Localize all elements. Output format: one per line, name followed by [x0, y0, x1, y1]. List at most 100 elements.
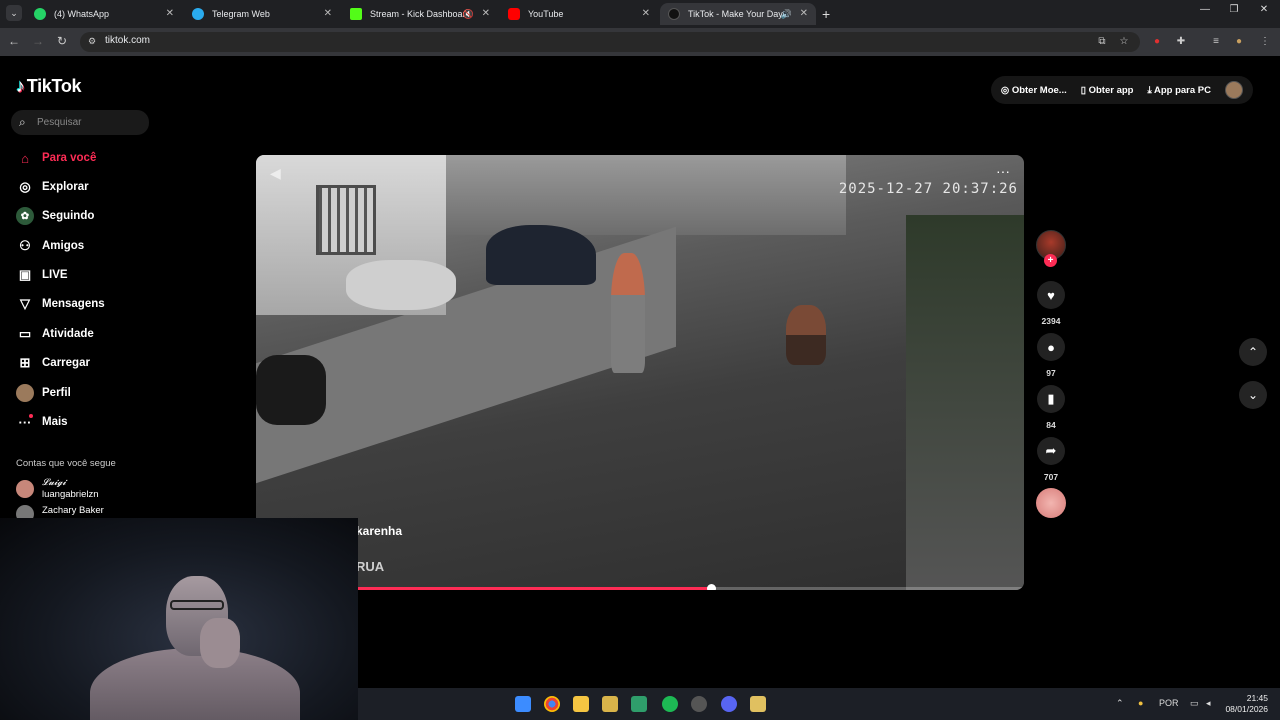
- minimize-button[interactable]: —: [1190, 4, 1220, 15]
- new-tab-button[interactable]: +: [822, 3, 830, 25]
- sidebar-item-label: LIVE: [42, 269, 68, 281]
- language-indicator[interactable]: POR: [1159, 698, 1179, 708]
- display-icon[interactable]: ▭: [1190, 698, 1199, 709]
- video-scene-motorcycle: [256, 355, 326, 425]
- sidebar-item-mais[interactable]: ··· Mais: [16, 412, 68, 432]
- tab-title: (4) WhatsApp: [54, 9, 110, 19]
- install-app-icon[interactable]: ⧉: [1095, 35, 1109, 49]
- archive-icon[interactable]: [602, 696, 618, 712]
- app-icon-2[interactable]: [750, 696, 766, 712]
- sidebar-item-carregar[interactable]: ⊞ Carregar: [16, 353, 90, 373]
- tab-search-icon[interactable]: ⌄: [6, 5, 22, 21]
- video-author[interactable]: karenha: [356, 524, 402, 538]
- avatar: [16, 480, 34, 498]
- sidebar-item-para-voce[interactable]: ⌂ Para você: [16, 148, 96, 168]
- sidebar-item-mensagens[interactable]: ▽ Mensagens: [16, 294, 105, 314]
- sidebar-item-atividade[interactable]: ▭ Atividade: [16, 324, 94, 344]
- clock-time: 21:45: [1246, 693, 1268, 703]
- tab-whatsapp[interactable]: (4) WhatsApp ✕: [26, 3, 182, 25]
- obs-icon[interactable]: [691, 696, 707, 712]
- sidebar-item-label: Atividade: [42, 328, 94, 340]
- webcam-person-glasses: [170, 600, 224, 610]
- tab-telegram[interactable]: Telegram Web ✕: [184, 3, 340, 25]
- youtube-icon: [508, 8, 520, 20]
- music-disc-icon[interactable]: [1036, 488, 1066, 518]
- video-scene-house: [446, 155, 846, 235]
- video-scene-person-walking: [611, 253, 645, 373]
- window-close-button[interactable]: ✕: [1249, 4, 1279, 15]
- save-button[interactable]: ▮: [1037, 385, 1065, 413]
- sidebar-item-explorar[interactable]: ◎ Explorar: [16, 177, 89, 197]
- video-scene-bag: [346, 260, 456, 310]
- like-button[interactable]: ♥: [1037, 281, 1065, 309]
- following-icon: ✿: [16, 207, 34, 225]
- sidebar-item-amigos[interactable]: ⚇ Amigos: [16, 236, 84, 256]
- profile-avatar-icon[interactable]: ●: [1232, 35, 1246, 49]
- top-actions-bar: ◎ Obter Moe... ▯ Obter app ⤓ App para PC: [990, 76, 1253, 104]
- pc-app-button[interactable]: ⤓ App para PC: [1147, 85, 1211, 96]
- sidebar-item-seguindo[interactable]: ✿ Seguindo: [16, 206, 94, 226]
- whatsapp-icon: [34, 8, 46, 20]
- muted-icon[interactable]: 🔇: [463, 3, 474, 25]
- tab-youtube[interactable]: YouTube ✕: [500, 3, 658, 25]
- video-player[interactable]: 2025-12-27 20:37:26 ◀ ··· karenha RUA: [256, 155, 1024, 590]
- account-display-name: 𝓛𝓾𝓲𝓰𝓲: [42, 478, 66, 488]
- progress-handle[interactable]: [706, 584, 716, 590]
- close-icon[interactable]: ✕: [642, 3, 650, 25]
- sidebar-item-perfil[interactable]: Perfil: [16, 383, 71, 403]
- tab-title: YouTube: [528, 9, 564, 19]
- comment-button[interactable]: ●: [1037, 333, 1065, 361]
- microphone-icon[interactable]: ●: [1138, 698, 1143, 708]
- previous-video-button[interactable]: ⌃: [1239, 338, 1267, 366]
- close-icon[interactable]: ✕: [166, 3, 174, 25]
- more-options-icon[interactable]: ···: [996, 163, 1010, 179]
- chrome-icon[interactable]: [544, 696, 560, 712]
- tab-title: Stream - Kick Dashboard: [370, 9, 471, 19]
- maximize-button[interactable]: ❐: [1219, 4, 1249, 15]
- browser-menu-icon[interactable]: ⋮: [1258, 35, 1272, 49]
- app-icon[interactable]: [631, 696, 647, 712]
- extension-icon[interactable]: ●: [1150, 35, 1164, 49]
- close-icon[interactable]: ✕: [800, 3, 808, 25]
- volume-tray-icon[interactable]: ◂: [1206, 698, 1211, 709]
- discord-icon[interactable]: [721, 696, 737, 712]
- site-info-icon[interactable]: ⚙: [88, 36, 100, 48]
- system-clock[interactable]: 21:45 08/01/2026: [1225, 693, 1268, 715]
- spotify-icon[interactable]: [662, 696, 678, 712]
- sidebar-item-live[interactable]: ▣ LIVE: [16, 265, 68, 285]
- following-section-title: Contas que você segue: [16, 458, 116, 469]
- extensions-puzzle-icon[interactable]: ✚: [1174, 35, 1188, 49]
- next-video-button[interactable]: ⌄: [1239, 381, 1267, 409]
- tiktok-logo[interactable]: ♪ TikTok: [16, 76, 82, 97]
- sidebar-item-label: Explorar: [42, 181, 89, 193]
- media-control-icon[interactable]: ≡: [1209, 35, 1223, 49]
- tray-expand-icon[interactable]: ⌃: [1116, 698, 1124, 709]
- search-input[interactable]: ⌕ Pesquisar: [11, 110, 149, 135]
- video-progress-bar[interactable]: [256, 584, 1024, 590]
- reload-button[interactable]: ↻: [54, 34, 70, 48]
- account-username: Zachary Baker: [42, 505, 104, 516]
- back-button[interactable]: ←: [6, 34, 22, 48]
- forward-button[interactable]: →: [30, 34, 46, 48]
- close-icon[interactable]: ✕: [324, 3, 332, 25]
- windows-start-icon[interactable]: [515, 696, 531, 712]
- audio-playing-icon[interactable]: 🔊: [781, 3, 792, 25]
- volume-icon[interactable]: ◀: [270, 165, 281, 182]
- follow-plus-icon[interactable]: +: [1044, 254, 1057, 267]
- address-bar[interactable]: ⚙ tiktok.com: [80, 32, 1140, 52]
- bookmark-star-icon[interactable]: ☆: [1117, 35, 1131, 49]
- close-icon[interactable]: ✕: [482, 3, 490, 25]
- following-account[interactable]: 𝓛𝓾𝓲𝓰𝓲 luangabrielzn: [16, 478, 146, 502]
- sidebar-item-label: Perfil: [42, 387, 71, 399]
- browser-toolbar: ← → ↻ ⚙ tiktok.com ⧉ ☆ ● ✚ ≡ ● ⋮: [0, 28, 1280, 56]
- account-username: luangabrielzn: [42, 489, 99, 500]
- user-avatar[interactable]: [1225, 81, 1243, 99]
- file-explorer-icon[interactable]: [573, 696, 589, 712]
- tab-kick[interactable]: Stream - Kick Dashboard 🔇 ✕: [342, 3, 498, 25]
- get-app-button[interactable]: ▯ Obter app: [1081, 85, 1134, 96]
- get-coins-button[interactable]: ◎ Obter Moe...: [1001, 85, 1067, 96]
- share-button[interactable]: ➦: [1037, 437, 1065, 465]
- tab-tiktok[interactable]: TikTok - Make Your Day 🔊 ✕: [660, 3, 816, 25]
- share-count: 707: [1043, 472, 1059, 482]
- search-icon: ⌕: [19, 115, 26, 129]
